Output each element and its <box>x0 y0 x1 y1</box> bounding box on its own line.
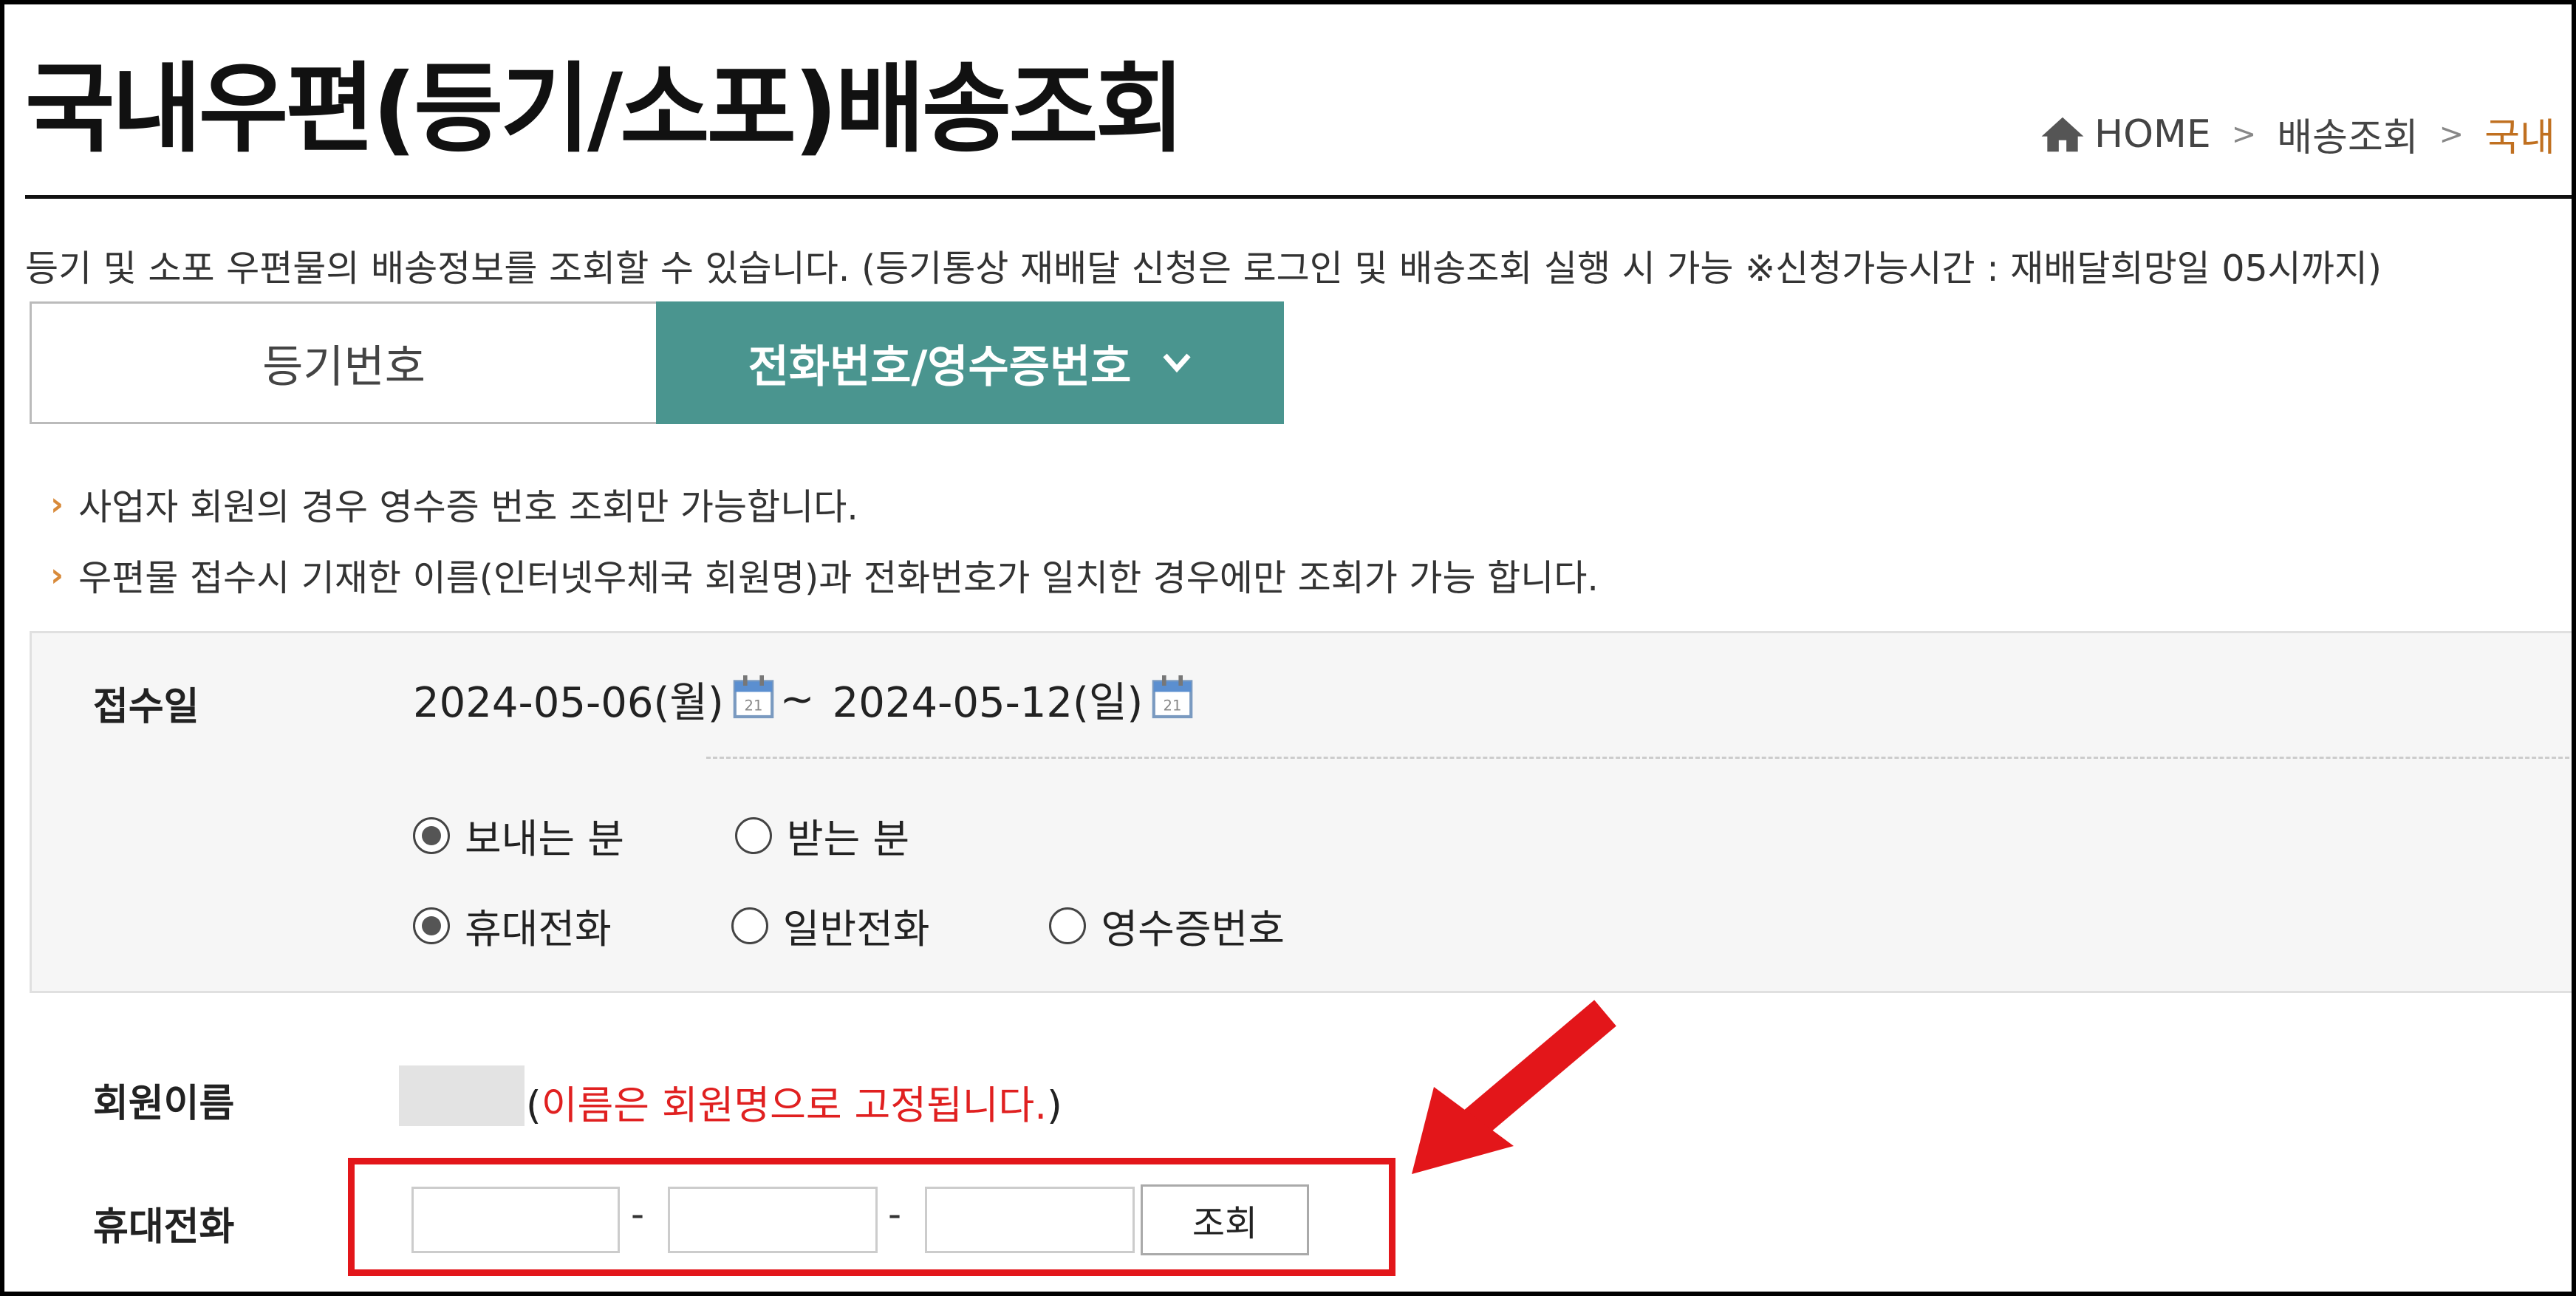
date-label: 접수일 <box>93 685 199 729</box>
radio-mobile[interactable]: 휴대전화 <box>413 896 612 955</box>
radio-landline[interactable]: 일반전화 <box>731 896 930 955</box>
radio-receiver[interactable]: 받는 분 <box>734 806 910 864</box>
radio-label: 휴대전화 <box>465 906 612 952</box>
breadcrumb-tracking[interactable]: 배송조회 <box>2277 106 2418 162</box>
date-range: 2024-05-06(월) 21 ~ 2024-05-12(일) 21 <box>413 669 1199 729</box>
note-warning: 이름은 회원명으로 고정됩니다. <box>541 1083 1048 1128</box>
highlight-box <box>348 1158 1395 1276</box>
breadcrumb-home[interactable]: HOME <box>2094 112 2211 157</box>
radio-receipt-number[interactable]: 영수증번호 <box>1049 896 1285 955</box>
chevron-down-icon <box>1163 353 1191 373</box>
bullet-arrow-icon: › <box>50 485 64 523</box>
title-divider <box>25 195 2572 199</box>
radio-button[interactable] <box>413 907 450 944</box>
radio-label: 영수증번호 <box>1101 906 1285 952</box>
calendar-icon[interactable]: 21 <box>733 673 774 719</box>
home-icon[interactable] <box>2040 115 2085 154</box>
tab-registered-number[interactable]: 등기번호 <box>30 301 656 424</box>
date-from[interactable]: 2024-05-06(월) <box>413 669 724 729</box>
svg-text:21: 21 <box>1164 697 1182 714</box>
radio-button[interactable] <box>1049 907 1087 944</box>
notice-text: 우편물 접수시 기재한 이름(인터넷우체국 회원명)과 전화번호가 일치한 경우… <box>78 556 1599 599</box>
tab-label: 등기번호 <box>262 341 426 393</box>
member-name-label: 회원이름 <box>93 1082 235 1126</box>
list-item: › 우편물 접수시 기재한 이름(인터넷우체국 회원명)과 전화번호가 일치한 … <box>50 539 1599 610</box>
page-description: 등기 및 소포 우편물의 배송정보를 조회할 수 있습니다. (등기통상 재배달… <box>25 248 2382 290</box>
list-item: › 사업자 회원의 경우 영수증 번호 조회만 가능합니다. <box>50 468 1599 539</box>
note-paren-open: ( <box>526 1083 541 1128</box>
radio-button[interactable] <box>731 907 768 944</box>
bullet-arrow-icon: › <box>50 556 64 594</box>
date-to[interactable]: 2024-05-12(일) <box>833 669 1144 729</box>
radio-sender[interactable]: 보내는 분 <box>413 806 624 864</box>
page-title: 국내우편(등기/소포)배송조회 <box>25 52 1185 166</box>
red-arrow-icon <box>1412 1000 1616 1174</box>
dashed-divider <box>706 757 2572 759</box>
notice-list: › 사업자 회원의 경우 영수증 번호 조회만 가능합니다. › 우편물 접수시… <box>50 468 1599 610</box>
radio-button[interactable] <box>734 816 772 854</box>
sender-radio-group: 보내는 분 받는 분 <box>413 806 909 864</box>
radio-label: 받는 분 <box>786 816 910 862</box>
phone-type-radio-group: 휴대전화 일반전화 영수증번호 <box>413 896 1285 955</box>
tab-label: 전화번호/영수증번호 <box>748 341 1132 393</box>
chevron-right-icon: > <box>2439 117 2464 151</box>
page-frame: 국내우편(등기/소포)배송조회 HOME > 배송조회 > 국내 등기 및 소포… <box>0 0 2576 1296</box>
svg-text:21: 21 <box>744 697 762 714</box>
calendar-icon[interactable]: 21 <box>1152 673 1193 719</box>
radio-button[interactable] <box>413 816 450 854</box>
chevron-right-icon: > <box>2231 117 2257 151</box>
member-name-value <box>399 1065 525 1126</box>
member-name-note: (이름은 회원명으로 고정됩니다.) <box>526 1074 1062 1130</box>
breadcrumb: HOME > 배송조회 > 국내 <box>2040 106 2555 162</box>
radio-label: 일반전화 <box>782 906 930 952</box>
search-tabs: 등기번호 전화번호/영수증번호 <box>30 301 1284 424</box>
note-paren-close: ) <box>1047 1083 1062 1128</box>
tab-phone-receipt[interactable]: 전화번호/영수증번호 <box>656 301 1284 424</box>
breadcrumb-current[interactable]: 국내 <box>2484 106 2555 162</box>
date-tilde: ~ <box>779 675 815 723</box>
phone-label: 휴대전화 <box>93 1205 235 1249</box>
radio-label: 보내는 분 <box>465 816 624 862</box>
search-options-panel <box>30 631 2572 993</box>
notice-text: 사업자 회원의 경우 영수증 번호 조회만 가능합니다. <box>78 485 858 528</box>
